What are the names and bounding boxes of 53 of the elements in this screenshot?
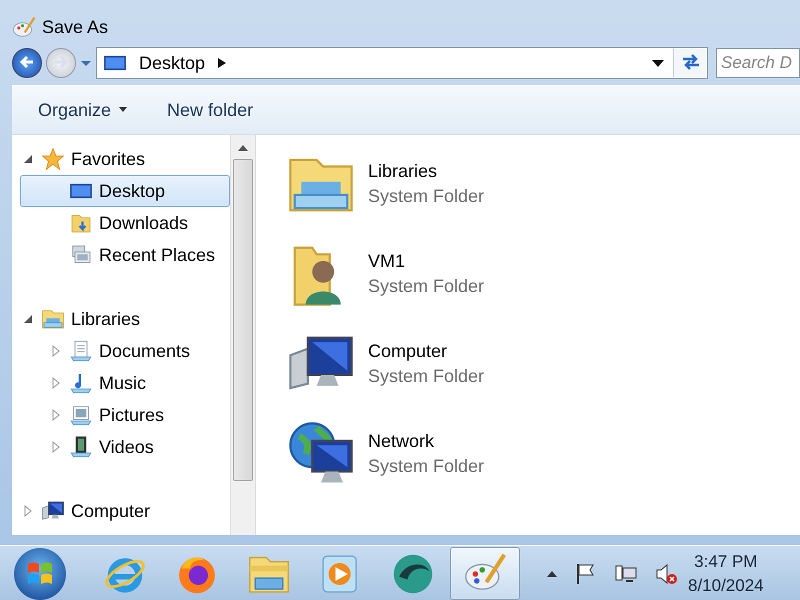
folder-item[interactable]: Computer System Folder [286,329,800,399]
nav-item[interactable]: Recent Places [20,239,230,271]
clock[interactable]: 3:47 PM 8/10/2024 [688,550,764,598]
item-type: System Folder [368,276,484,297]
document-icon [69,339,93,363]
nav-item[interactable]: Documents [20,335,230,367]
collapse-arrow-icon [22,153,34,165]
item-type: System Folder [368,456,484,477]
nav-item[interactable]: Music [20,367,230,399]
expand-arrow-icon [50,441,62,453]
item-name: Computer [368,341,448,362]
item-type: System Folder [368,366,484,387]
dropdown-arrow-icon[interactable] [651,58,665,68]
scrollbar[interactable] [230,135,256,535]
nav-item[interactable]: Favorites [20,143,230,175]
scroll-up-arrow-icon[interactable] [237,143,249,153]
music-note-icon [69,371,93,395]
nav-item[interactable]: Desktop [20,175,230,207]
nav-item[interactable]: Computer [20,495,230,527]
item-name: Network [368,431,436,452]
item-name: VM1 [368,251,406,272]
search-field[interactable]: Search D [716,48,800,78]
breadcrumb[interactable]: Desktop [139,52,206,74]
window-title: Save As [42,17,108,38]
new-folder-button[interactable]: New folder [157,96,264,124]
item-name: Libraries [368,161,438,182]
folder-item[interactable]: Network System Folder [286,419,800,489]
caret-icon [119,107,128,113]
film-strip-icon [69,435,93,459]
expand-arrow-icon [50,377,62,389]
palette-icon [12,16,36,40]
muted-speaker-icon[interactable] [654,562,678,586]
folder-item[interactable]: Libraries System Folder [286,149,800,219]
clock-time: 3:47 PM [694,550,758,572]
star-icon [41,147,65,171]
expand-arrow-icon [50,409,62,421]
start-button[interactable] [14,548,66,600]
nav-item[interactable]: Pictures [20,399,230,431]
chevron-icon[interactable] [217,57,228,69]
refresh-button[interactable] [673,49,707,77]
organize-button[interactable]: Organize [28,96,138,124]
nav-item[interactable]: Downloads [20,207,230,239]
back-button[interactable] [12,48,42,78]
show-hidden-icons-icon[interactable] [546,570,558,578]
collapse-arrow-icon [22,313,34,325]
item-type: System Folder [368,186,484,207]
expand-arrow-icon [22,505,34,517]
address-bar[interactable]: Desktop [96,47,708,79]
nav-item[interactable]: Libraries [20,303,230,335]
expand-arrow-icon [50,345,62,357]
nav-item[interactable]: Videos [20,431,230,463]
folder-item[interactable]: VM1 System Folder [286,239,800,309]
clock-date: 8/10/2024 [688,574,764,596]
